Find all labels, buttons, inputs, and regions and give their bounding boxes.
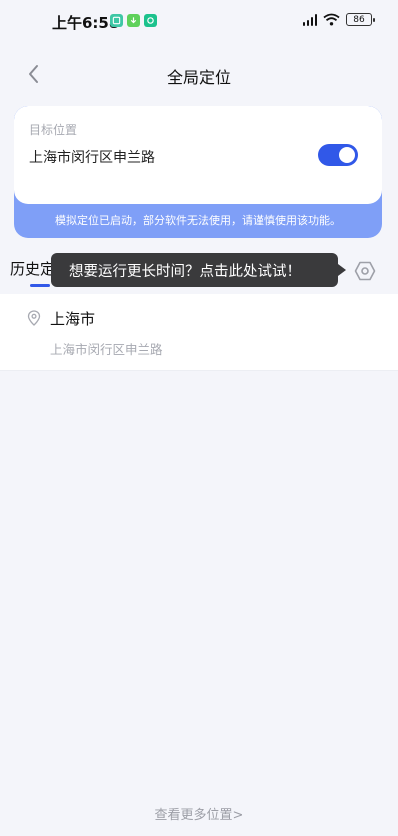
target-location-label: 目标位置 — [29, 123, 78, 137]
target-location-address[interactable]: 上海市闵行区申兰路 — [29, 147, 155, 167]
status-indicators: 86 — [302, 13, 375, 26]
gallery-app-icon — [110, 14, 123, 27]
location-pin-icon — [27, 310, 41, 326]
history-list: 上海市 上海市闵行区申兰路 — [0, 294, 398, 371]
history-address: 上海市闵行区申兰路 — [50, 342, 163, 357]
wechat-app-icon — [144, 14, 157, 27]
history-tab-row: 历史定位 想要运行更长时间？点击此处试试！ — [0, 252, 398, 292]
battery-icon: 86 — [346, 13, 375, 26]
wifi-icon — [323, 13, 340, 26]
hexagon-settings-icon — [354, 261, 376, 281]
status-app-icons — [110, 14, 157, 27]
status-bar: 上午6:58 86 — [0, 0, 398, 44]
view-more-locations-link[interactable]: 查看更多位置> — [0, 804, 398, 823]
upgrade-tooltip[interactable]: 想要运行更长时间？点击此处试试！ — [51, 253, 346, 287]
target-location-panel: 目标位置 上海市闵行区申兰路 — [14, 106, 382, 204]
mock-location-warning: 模拟定位已启动，部分软件无法使用，请谨慎使用该功能。 — [55, 214, 341, 227]
signal-icon — [302, 13, 317, 26]
toggle-knob — [339, 147, 355, 163]
header: 全局定位 — [0, 52, 398, 96]
settings-button[interactable] — [354, 260, 376, 282]
history-city: 上海市 — [50, 310, 96, 328]
tab-active-indicator — [30, 284, 50, 287]
page-title: 全局定位 — [166, 68, 231, 87]
list-item[interactable]: 上海市 上海市闵行区申兰路 — [0, 294, 398, 371]
target-location-card: 目标位置 上海市闵行区申兰路 模拟定位已启动，部分软件无法使用，请谨慎使用该功能… — [14, 106, 382, 238]
mock-location-toggle[interactable] — [318, 144, 358, 166]
download-app-icon — [127, 14, 140, 27]
